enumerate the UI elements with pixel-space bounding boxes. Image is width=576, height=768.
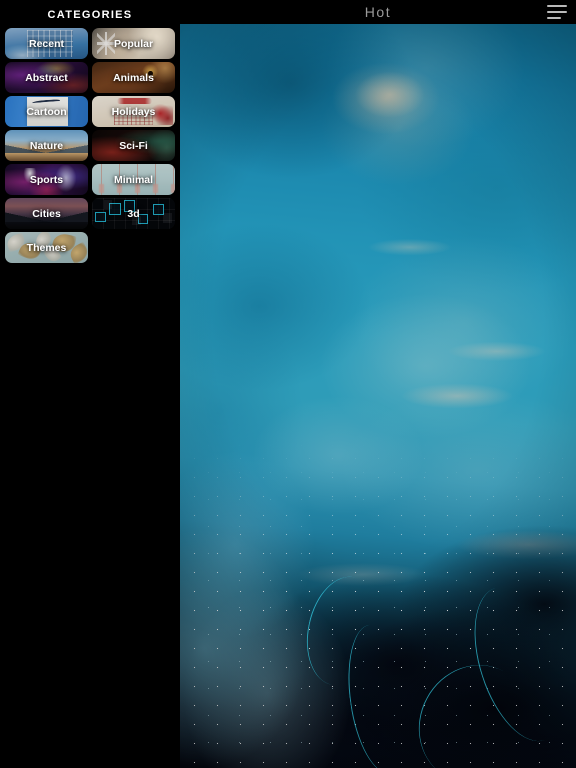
category-tile-holidays[interactable]: Holidays bbox=[92, 96, 175, 127]
category-tile-3d[interactable]: 3d bbox=[92, 198, 175, 229]
category-tile-scifi[interactable]: Sci-Fi bbox=[92, 130, 175, 161]
category-tile-themes[interactable]: Themes bbox=[5, 232, 88, 263]
category-label: Sports bbox=[30, 174, 63, 186]
category-tile-cities[interactable]: Cities bbox=[5, 198, 88, 229]
category-label: Holidays bbox=[112, 106, 156, 118]
category-tile-sports[interactable]: Sports bbox=[5, 164, 88, 195]
app-root: CATEGORIES Recent Popular Abstract bbox=[0, 0, 576, 768]
category-label: Popular bbox=[114, 38, 153, 50]
category-tile-cartoon[interactable]: Cartoon bbox=[5, 96, 88, 127]
page-title: Hot bbox=[180, 0, 576, 24]
hamburger-menu-icon[interactable] bbox=[547, 5, 567, 19]
category-label: Cartoon bbox=[26, 106, 66, 118]
category-tile-nature[interactable]: Nature bbox=[5, 130, 88, 161]
category-label: Themes bbox=[27, 242, 67, 254]
wallpaper-vignette bbox=[180, 24, 576, 768]
category-tile-minimal[interactable]: Minimal bbox=[92, 164, 175, 195]
category-label: 3d bbox=[127, 208, 139, 220]
category-tile-popular[interactable]: Popular bbox=[92, 28, 175, 59]
category-tile-animals[interactable]: Animals bbox=[92, 62, 175, 93]
category-label: Minimal bbox=[114, 174, 153, 186]
category-label: Animals bbox=[113, 72, 154, 84]
category-tile-recent[interactable]: Recent bbox=[5, 28, 88, 59]
wallpaper-preview[interactable] bbox=[180, 24, 576, 768]
categories-sidebar: CATEGORIES Recent Popular Abstract bbox=[0, 0, 180, 768]
category-label: Recent bbox=[29, 38, 64, 50]
top-bar: Hot bbox=[180, 0, 576, 24]
category-label: Abstract bbox=[25, 72, 68, 84]
category-label: Cities bbox=[32, 208, 61, 220]
sidebar-title: CATEGORIES bbox=[0, 0, 180, 22]
category-tile-abstract[interactable]: Abstract bbox=[5, 62, 88, 93]
category-label: Nature bbox=[30, 140, 63, 152]
category-label: Sci-Fi bbox=[119, 140, 148, 152]
